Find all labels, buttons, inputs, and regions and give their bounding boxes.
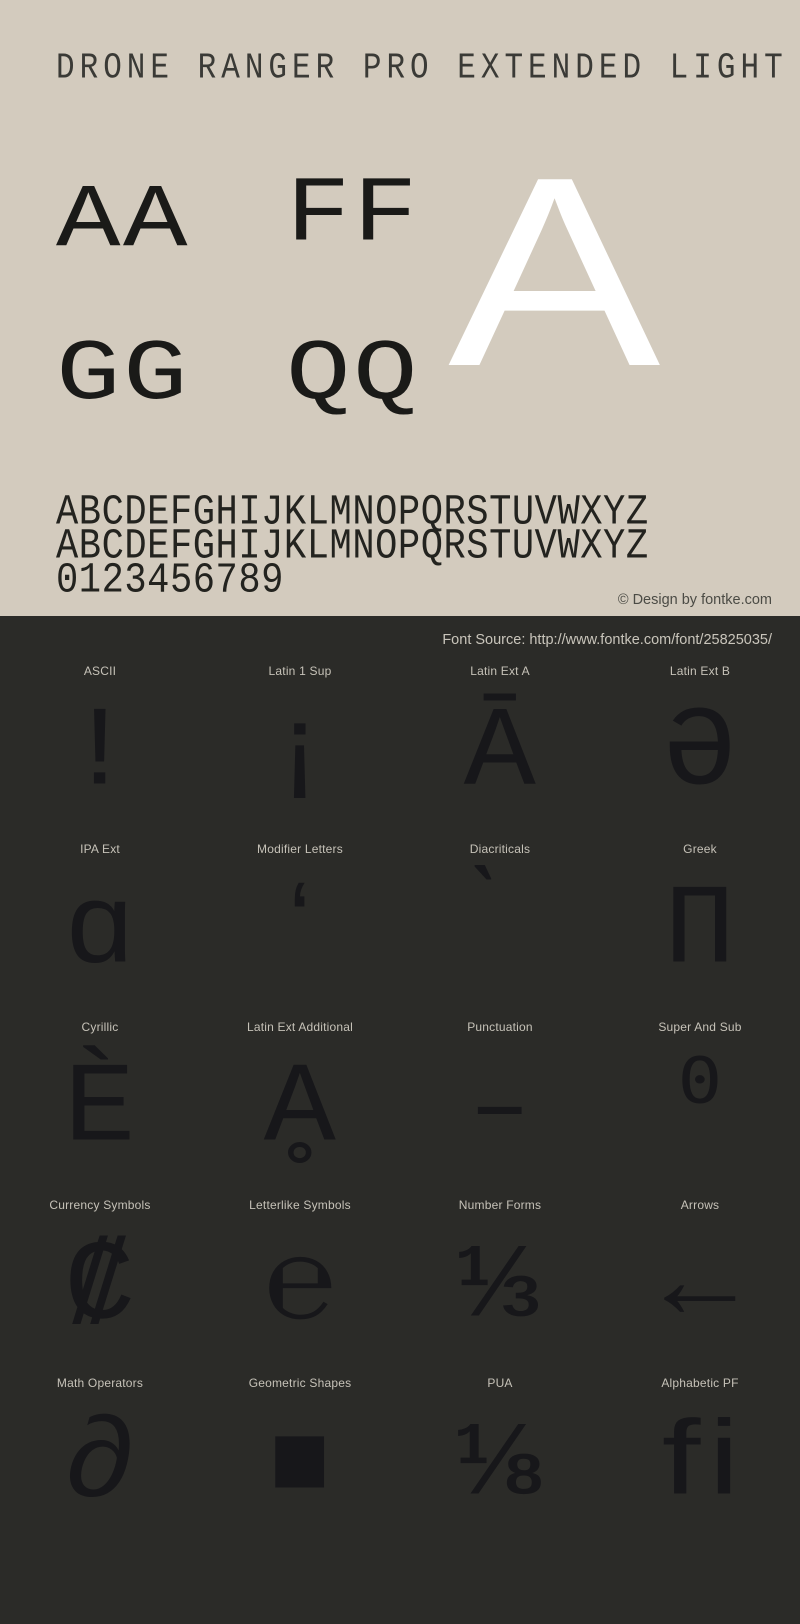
unicode-block-glyph-text: ℮ xyxy=(263,1223,336,1352)
unicode-block-glyph: ! xyxy=(0,678,200,830)
unicode-block-glyph: ₡ xyxy=(0,1212,200,1364)
unicode-block-label: Latin Ext B xyxy=(669,664,731,678)
unicode-block-label: Arrows xyxy=(680,1198,720,1212)
unicode-block-cell: Diacriticals̀ xyxy=(400,830,600,1008)
unicode-block-glyph: Ѐ xyxy=(0,1034,200,1186)
unicode-block-glyph-text: ₡ xyxy=(63,1223,136,1352)
unicode-block-label: Diacriticals xyxy=(469,842,531,856)
unicode-block-glyph: Π xyxy=(600,856,800,1008)
unicode-block-label: ASCII xyxy=(83,664,117,678)
unicode-block-label: Alphabetic PF xyxy=(661,1376,739,1390)
unicode-block-glyph-text: ∂ xyxy=(63,1401,136,1530)
unicode-block-glyph-text: Ḁ xyxy=(263,1045,336,1174)
unicode-block-label: Latin Ext A xyxy=(470,664,530,678)
unicode-block-glyph: ¡ xyxy=(200,678,400,830)
unicode-block-cell: Alphabetic PF ﬁ xyxy=(600,1364,800,1542)
unicode-block-label: Cyrillic xyxy=(81,1020,119,1034)
unicode-block-glyph-text: Ѐ xyxy=(63,1045,136,1174)
unicode-block-glyph: ̀ xyxy=(400,856,600,1008)
unicode-block-label: Latin 1 Sup xyxy=(268,664,332,678)
unicode-block-glyph-text: ‒ xyxy=(469,1049,531,1170)
unicode-block-label: Super And Sub xyxy=(658,1020,742,1034)
unicode-block-glyph-text: ﬁ xyxy=(658,1405,742,1526)
unicode-block-glyph: ⅓ xyxy=(400,1212,600,1364)
unicode-block-glyph: ∂ xyxy=(0,1390,200,1542)
font-name-title: DRONE RANGER PRO EXTENDED LIGHT xyxy=(56,48,788,90)
unicode-block-glyph: ⅛ xyxy=(400,1390,600,1542)
unicode-block-glyph: ⁰ xyxy=(600,1034,800,1186)
unicode-block-glyph: ← xyxy=(600,1212,800,1364)
sample-glyph-aa: AA xyxy=(56,169,191,273)
unicode-block-glyph-text: ← xyxy=(663,1223,736,1352)
unicode-blocks-panel: Font Source: http://www.fontke.com/font/… xyxy=(0,616,800,1624)
unicode-block-cell: PUA ⅛ xyxy=(400,1364,600,1542)
unicode-block-glyph-text: ¡ xyxy=(263,689,336,818)
sample-glyph-gg: GG xyxy=(56,326,191,424)
unicode-block-glyph: ʻ xyxy=(200,856,400,1008)
sample-glyph-ff: FF xyxy=(286,161,421,268)
font-source-link[interactable]: Font Source: http://www.fontke.com/font/… xyxy=(442,632,772,648)
unicode-block-cell: Cyrillic Ѐ xyxy=(0,1008,200,1186)
unicode-block-glyph-text: Π xyxy=(663,867,736,996)
unicode-block-label: Currency Symbols xyxy=(49,1198,151,1212)
unicode-block-glyph: Ə xyxy=(600,678,800,830)
unicode-block-cell: Punctuation ‒ xyxy=(400,1008,600,1186)
unicode-block-label: Letterlike Symbols xyxy=(249,1198,351,1212)
unicode-block-cell: Latin Ext B Ə xyxy=(600,652,800,830)
unicode-block-cell: Greek Π xyxy=(600,830,800,1008)
unicode-block-cell: Modifier Letters ʻ xyxy=(200,830,400,1008)
unicode-block-cell: Arrows ← xyxy=(600,1186,800,1364)
unicode-block-glyph-text: ɑ xyxy=(63,867,136,996)
sample-glyph-qq: QQ xyxy=(286,326,421,424)
unicode-block-label: Latin Ext Additional xyxy=(246,1020,354,1034)
unicode-block-cell: Number Forms ⅓ xyxy=(400,1186,600,1364)
unicode-block-glyph-text: ⁰ xyxy=(663,1045,737,1174)
unicode-block-cell: Latin Ext Additional Ḁ xyxy=(200,1008,400,1186)
unicode-block-glyph-text: Ə xyxy=(663,689,736,818)
unicode-block-cell: IPA Ext ɑ xyxy=(0,830,200,1008)
unicode-block-glyph-text: ʻ xyxy=(269,871,331,992)
alphabet-row-digits: 0123456789 xyxy=(56,556,284,606)
unicode-block-label: Geometric Shapes xyxy=(248,1376,352,1390)
unicode-block-cell: Letterlike Symbols ℮ xyxy=(200,1186,400,1364)
specimen-preview-panel: DRONE RANGER PRO EXTENDED LIGHT AA FF GG… xyxy=(0,0,800,616)
unicode-block-cell: Geometric Shapes ■ xyxy=(200,1364,400,1542)
unicode-block-grid: ASCII! Latin 1 Sup ¡ Latin Ext A Ā Latin Ext … xyxy=(0,652,800,1542)
unicode-block-label: Math Operators xyxy=(56,1376,144,1390)
unicode-block-glyph-text: ⅓ xyxy=(458,1227,542,1348)
copyright-notice: © Design by fontke.com xyxy=(617,592,772,608)
unicode-block-glyph: Ḁ xyxy=(200,1034,400,1186)
unicode-block-cell: Latin Ext A Ā xyxy=(400,652,600,830)
unicode-block-glyph: ℮ xyxy=(200,1212,400,1364)
unicode-block-glyph-text: ! xyxy=(63,689,136,818)
unicode-block-glyph-text: ■ xyxy=(269,1405,331,1526)
unicode-block-glyph-text: ⅛ xyxy=(458,1405,542,1526)
unicode-block-cell: Math Operators ∂ xyxy=(0,1364,200,1542)
unicode-block-label: Modifier Letters xyxy=(257,842,343,856)
unicode-block-label: IPA Ext xyxy=(80,842,120,856)
unicode-block-label: PUA xyxy=(487,1376,513,1390)
unicode-block-label: Punctuation xyxy=(467,1020,533,1034)
unicode-block-label: Number Forms xyxy=(458,1198,542,1212)
unicode-block-glyph: ﬁ xyxy=(600,1390,800,1542)
large-letter-a: A xyxy=(448,122,661,423)
unicode-block-cell: ASCII! xyxy=(0,652,200,830)
unicode-block-glyph: ɑ xyxy=(0,856,200,1008)
unicode-block-cell: Super And Sub ⁰ xyxy=(600,1008,800,1186)
unicode-block-glyph: ‒ xyxy=(400,1034,600,1186)
unicode-block-cell: Latin 1 Sup ¡ xyxy=(200,652,400,830)
unicode-block-glyph: ■ xyxy=(200,1390,400,1542)
unicode-block-glyph-text: Ā xyxy=(463,689,536,818)
unicode-block-label: Greek xyxy=(683,842,717,856)
unicode-block-cell: Currency Symbols ₡ xyxy=(0,1186,200,1364)
unicode-block-glyph: Ā xyxy=(400,678,600,830)
